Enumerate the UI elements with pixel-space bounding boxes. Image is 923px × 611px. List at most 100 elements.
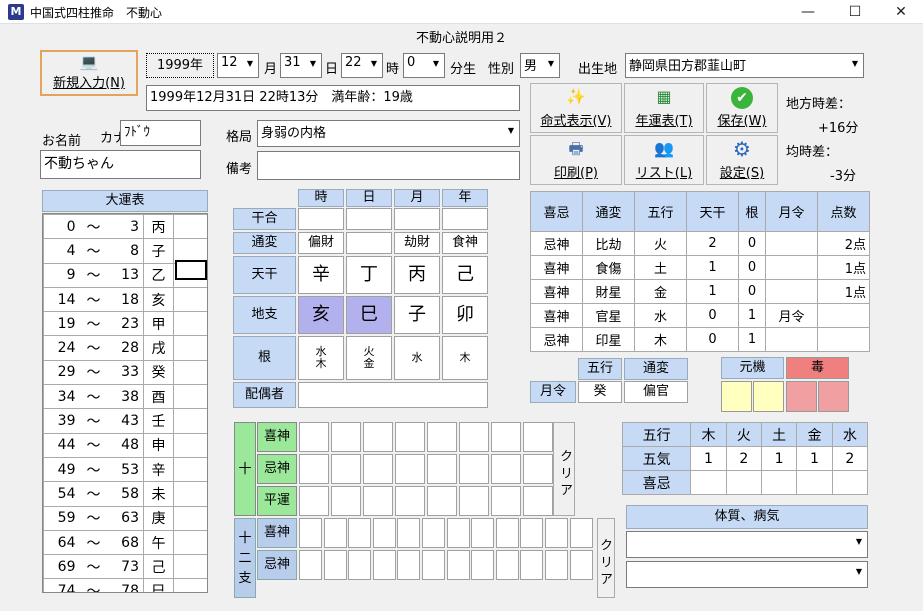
juunishi-cell[interactable]	[569, 550, 593, 580]
juukan-cell[interactable]	[459, 486, 489, 516]
juukan-cell[interactable]	[331, 454, 361, 484]
month-select[interactable]: 12 ▼	[217, 53, 259, 78]
kiki-cell: 0	[686, 303, 739, 328]
juunishi-cell[interactable]	[397, 518, 421, 548]
settings-button[interactable]: ⚙ 設定(S)	[706, 135, 778, 185]
chishi-cell: 子	[394, 296, 440, 334]
taishitsu-select-1[interactable]: ▼	[626, 531, 868, 558]
juukan-cell[interactable]	[491, 486, 521, 516]
juunishi-cell[interactable]	[299, 518, 322, 548]
juukan-cell[interactable]	[299, 486, 329, 516]
name-field[interactable]: 不動ちゃん	[40, 150, 201, 179]
juunishi-cell[interactable]	[323, 550, 347, 580]
juukan-cell[interactable]	[459, 422, 489, 452]
juukan-cell[interactable]	[331, 422, 361, 452]
juukan-cell[interactable]	[491, 454, 521, 484]
daiun-row[interactable]: 0 ～ 3 丙	[43, 214, 207, 240]
biko-field[interactable]	[257, 151, 520, 180]
juunishi-cell[interactable]	[520, 518, 544, 548]
juunishi-clear-button[interactable]: クリア	[597, 518, 615, 598]
juunishi-cell[interactable]	[323, 518, 347, 548]
juukan-cell[interactable]	[395, 454, 425, 484]
daiun-selected-cell[interactable]	[175, 260, 207, 280]
juukan-cell[interactable]	[523, 486, 553, 516]
juukan-cell[interactable]	[363, 422, 393, 452]
juunishi-cell[interactable]	[446, 518, 470, 548]
list-button[interactable]: 👥 リスト(L)	[624, 135, 704, 185]
juukan-clear-button[interactable]: クリア	[553, 422, 575, 516]
juunishi-cell[interactable]	[495, 550, 519, 580]
new-entry-button[interactable]: 💻 新規入力(N)	[40, 50, 138, 96]
juunishi-cell[interactable]	[471, 550, 495, 580]
juunishi-cell[interactable]	[495, 518, 519, 548]
juunishi-cell[interactable]	[569, 518, 593, 548]
daiun-row[interactable]: 49 ～ 53 辛	[43, 456, 207, 483]
juukan-cell[interactable]	[491, 422, 521, 452]
year-button[interactable]: 1999年	[146, 53, 214, 78]
daiun-row[interactable]: 59 ～ 63 庚	[43, 505, 207, 531]
daiun-row[interactable]: 39 ～ 43 壬	[43, 408, 207, 434]
juunishi-cell[interactable]	[446, 550, 470, 580]
day-select[interactable]: 31 ▼	[280, 53, 322, 78]
juukan-cell[interactable]	[395, 486, 425, 516]
daiun-row[interactable]: 74 ～ 78 巳	[43, 578, 207, 592]
juukan-cell[interactable]	[363, 454, 393, 484]
juukan-cell[interactable]	[363, 486, 393, 516]
juukan-cell[interactable]	[523, 454, 553, 484]
daiun-row[interactable]: 14 ～ 18 亥	[43, 286, 207, 313]
name-label: お名前	[42, 134, 82, 149]
maximize-button[interactable]: ☐	[832, 0, 878, 24]
juunishi-cell[interactable]	[422, 550, 445, 580]
juunishi-cell[interactable]	[348, 518, 372, 548]
juunishi-cell[interactable]	[520, 550, 544, 580]
daiun-row[interactable]: 44 ～ 48 申	[43, 432, 207, 458]
hour-select[interactable]: 22 ▼	[341, 53, 383, 78]
kiki-cell: 1点	[816, 255, 871, 280]
kiki-header: 月令	[764, 191, 818, 232]
minimize-button[interactable]: —	[785, 0, 831, 24]
juunishi-cell[interactable]	[471, 518, 495, 548]
juunishi-cell[interactable]	[299, 550, 322, 580]
juukan-cell[interactable]	[523, 422, 553, 452]
daiun-extra	[173, 311, 207, 337]
juukan-cell[interactable]	[299, 422, 329, 452]
save-label: 保存(W)	[717, 114, 767, 129]
juukan-cell[interactable]	[427, 486, 457, 516]
daiun-row[interactable]: 54 ～ 58 未	[43, 481, 207, 507]
daiun-row[interactable]: 19 ～ 23 甲	[43, 311, 207, 337]
show-chart-button[interactable]: ✨ 命式表示(V)	[530, 83, 622, 133]
save-button[interactable]: ✔ 保存(W)	[706, 83, 778, 133]
juukan-cell[interactable]	[299, 454, 329, 484]
kango-label: 干合	[233, 208, 296, 230]
birthplace-select[interactable]: 静岡県田方郡韮山町 ▼	[625, 53, 864, 78]
daiun-row[interactable]: 24 ～ 28 戌	[43, 335, 207, 361]
close-button[interactable]: ✕	[878, 0, 923, 24]
juukan-cell[interactable]	[395, 422, 425, 452]
daiun-row[interactable]: 69 ～ 73 己	[43, 554, 207, 580]
juukan-cell[interactable]	[331, 486, 361, 516]
juunishi-cell[interactable]	[422, 518, 445, 548]
juukan-cell[interactable]	[459, 454, 489, 484]
year-table-button[interactable]: ▦ 年運表(T)	[624, 83, 704, 133]
juunishi-cell[interactable]	[348, 550, 372, 580]
daiun-row[interactable]: 64 ～ 68 午	[43, 529, 207, 556]
kana-field[interactable]: ﾌﾄﾞｳ	[120, 120, 201, 146]
juunishi-cell[interactable]	[372, 550, 396, 580]
print-button[interactable]: 🖶 印刷(P)	[530, 135, 622, 185]
pillar-headers: 時 日 月 年	[298, 189, 488, 207]
daiun-row[interactable]: 29 ～ 33 癸	[43, 359, 207, 386]
daiun-tilde: ～	[79, 238, 108, 264]
juunishi-cell[interactable]	[372, 518, 396, 548]
gender-select[interactable]: 男 ▼	[520, 53, 560, 78]
daiun-row[interactable]: 34 ～ 38 酉	[43, 384, 207, 410]
spouse-field[interactable]	[298, 382, 488, 408]
kakkyoku-select[interactable]: 身弱の内格 ▼	[257, 120, 520, 147]
juukan-cell[interactable]	[427, 454, 457, 484]
juunishi-cell[interactable]	[545, 550, 568, 580]
juukan-cell[interactable]	[427, 422, 457, 452]
juunishi-cell[interactable]	[397, 550, 421, 580]
daiun-tilde: ～	[79, 359, 108, 386]
juunishi-cell[interactable]	[545, 518, 568, 548]
taishitsu-select-2[interactable]: ▼	[626, 561, 868, 588]
minute-select[interactable]: 0 ▼	[403, 53, 445, 78]
